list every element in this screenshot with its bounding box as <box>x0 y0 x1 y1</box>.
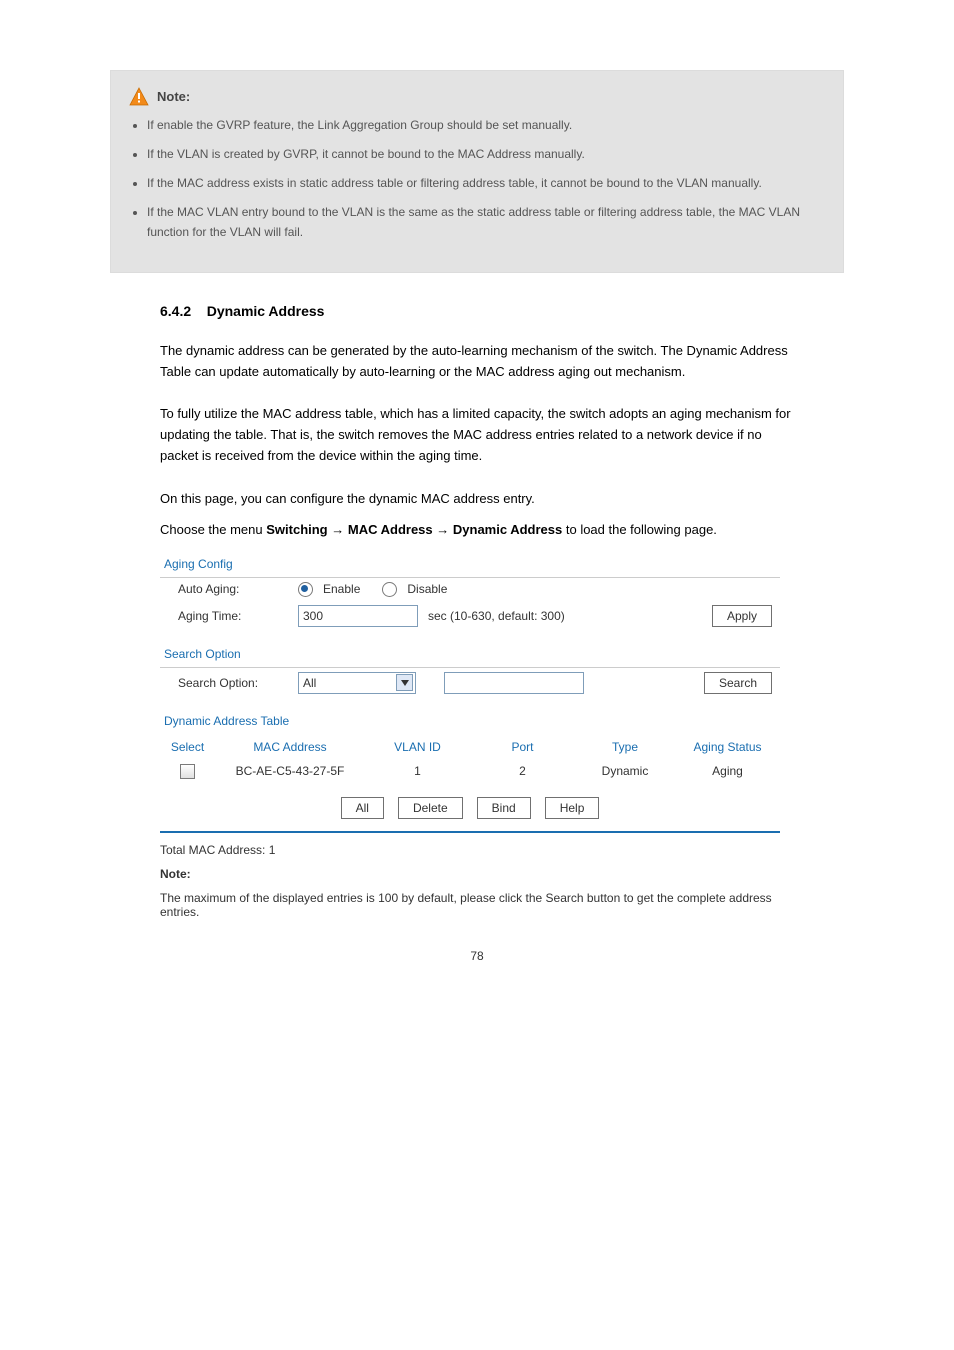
warning-icon <box>129 87 149 107</box>
row-mac: BC-AE-C5-43-27-5F <box>215 764 365 779</box>
arrow-icon: → <box>331 522 344 537</box>
table-row: BC-AE-C5-43-27-5F 1 2 Dynamic Aging <box>160 760 780 783</box>
search-option-select[interactable]: All <box>298 672 416 694</box>
section-heading: 6.4.2 Dynamic Address <box>160 303 794 319</box>
arrow-icon: → <box>436 522 449 537</box>
bind-button[interactable]: Bind <box>477 797 531 819</box>
col-aging-header: Aging Status <box>675 740 780 754</box>
footer-note-label: Note: <box>160 867 780 881</box>
table-header-row: Select MAC Address VLAN ID Port Type Agi… <box>160 734 780 760</box>
note-item: If enable the GVRP feature, the Link Agg… <box>147 116 825 135</box>
delete-button[interactable]: Delete <box>398 797 463 819</box>
col-type-header: Type <box>575 740 675 754</box>
menu-part: Dynamic Address <box>453 522 562 537</box>
row-aging: Aging <box>675 764 780 779</box>
footer-note-text: The maximum of the displayed entries is … <box>160 891 780 919</box>
note-box: Note: If enable the GVRP feature, the Li… <box>110 70 844 273</box>
col-vlan-header: VLAN ID <box>365 740 470 754</box>
col-port-header: Port <box>470 740 575 754</box>
menu-suffix: to load the following page. <box>566 522 717 537</box>
aging-time-label: Aging Time: <box>178 609 298 623</box>
table-button-row: All Delete Bind Help <box>160 783 780 833</box>
enable-label: Enable <box>323 582 360 596</box>
note-item: If the MAC address exists in static addr… <box>147 174 825 193</box>
aging-config-heading: Aging Config <box>160 551 780 578</box>
auto-aging-enable-radio[interactable] <box>298 582 313 597</box>
search-option-selected: All <box>303 676 316 690</box>
apply-button[interactable]: Apply <box>712 605 772 627</box>
search-value-input[interactable] <box>444 672 584 694</box>
auto-aging-label: Auto Aging: <box>178 582 298 596</box>
disable-label: Disable <box>407 582 447 596</box>
note-list: If enable the GVRP feature, the Link Agg… <box>147 116 825 242</box>
note-item: If the VLAN is created by GVRP, it canno… <box>147 145 825 164</box>
auto-aging-disable-radio[interactable] <box>382 582 397 597</box>
col-mac-header: MAC Address <box>215 740 365 754</box>
aging-time-help: sec (10-630, default: 300) <box>428 609 565 623</box>
menu-path-line: Choose the menu Switching → MAC Address … <box>160 522 794 537</box>
col-select-header: Select <box>160 740 215 754</box>
total-mac-line: Total MAC Address: 1 <box>160 843 780 857</box>
row-port: 2 <box>470 764 575 779</box>
paragraph: To fully utilize the MAC address table, … <box>160 404 794 466</box>
section-title: Dynamic Address <box>207 303 325 319</box>
note-title: Note: <box>157 87 190 108</box>
search-button[interactable]: Search <box>704 672 772 694</box>
row-vlan: 1 <box>365 764 470 779</box>
all-button[interactable]: All <box>341 797 384 819</box>
config-panel: Aging Config Auto Aging: Enable Disable … <box>160 551 780 919</box>
section-number: 6.4.2 <box>160 303 191 319</box>
help-button[interactable]: Help <box>545 797 600 819</box>
row-type: Dynamic <box>575 764 675 779</box>
menu-prefix: Choose the menu <box>160 522 266 537</box>
aging-time-input[interactable] <box>298 605 418 627</box>
menu-part: MAC Address <box>348 522 433 537</box>
row-select-checkbox[interactable] <box>180 764 195 779</box>
paragraph: The dynamic address can be generated by … <box>160 341 794 383</box>
search-option-heading: Search Option <box>160 641 780 668</box>
dynamic-table-heading: Dynamic Address Table <box>160 708 780 734</box>
chevron-down-icon <box>396 674 413 691</box>
menu-part: Switching <box>266 522 327 537</box>
note-item: If the MAC VLAN entry bound to the VLAN … <box>147 203 825 241</box>
search-option-label: Search Option: <box>178 676 298 690</box>
page-number: 78 <box>60 949 894 963</box>
paragraph: On this page, you can configure the dyna… <box>160 489 794 510</box>
